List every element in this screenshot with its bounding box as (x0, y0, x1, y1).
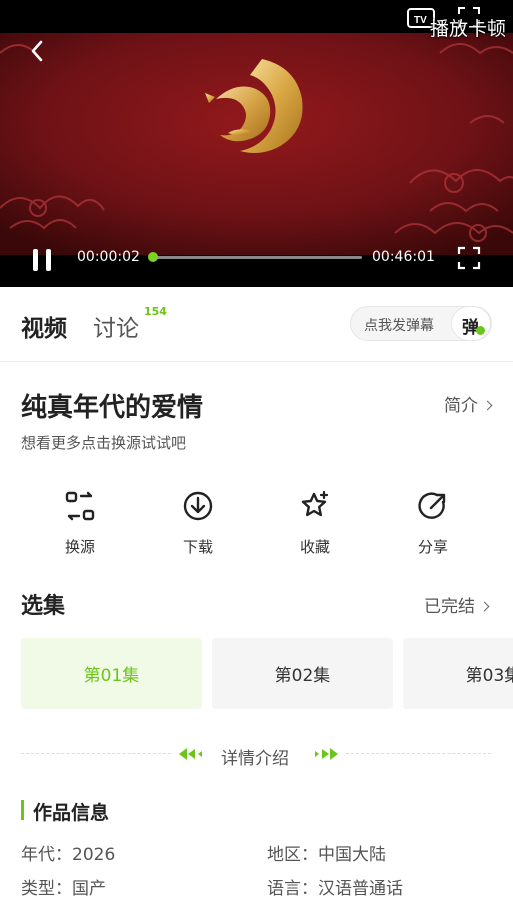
language-value: 汉语普通话 (318, 879, 403, 899)
year-row: 年代：2026 (21, 840, 115, 865)
danmu-icon: 弹 (462, 318, 479, 338)
region-row: 地区：中国大陆 (267, 840, 386, 865)
fullscreen-icon (457, 246, 481, 270)
seek-handle[interactable] (148, 252, 159, 262)
video-player[interactable]: TV 播放卡顿 00:00:02 00:46:01 (0, 0, 513, 287)
episode-list[interactable]: 第01集 第02集 第03集 (21, 638, 513, 710)
switch-source-button[interactable]: 换源 (40, 488, 120, 563)
discuss-count-badge: 154 (144, 305, 167, 318)
chevron-right-icon (479, 601, 490, 612)
section-accent-bar (21, 800, 24, 820)
episode-item[interactable]: 第02集 (212, 638, 393, 709)
language-label: 语言： (267, 879, 318, 899)
pause-button[interactable] (30, 247, 56, 273)
show-title: 纯真年代的爱情 (21, 393, 204, 423)
switch-source-icon (65, 491, 95, 521)
favorite-label: 收藏 (299, 538, 330, 556)
tab-bar: 视频 讨论 154 点我发弹幕 弹 (0, 287, 513, 362)
year-value: 2026 (72, 845, 116, 865)
star-icon (301, 490, 329, 517)
chevron-left-icon (31, 40, 43, 62)
work-info-heading: 作品信息 (33, 802, 110, 824)
danmu-input[interactable]: 点我发弹幕 弹 (350, 306, 492, 341)
detail-divider: 详情介绍 (21, 740, 491, 769)
download-button[interactable]: 下载 (158, 488, 238, 563)
total-time: 00:46:01 (372, 249, 435, 265)
switch-source-label: 换源 (64, 538, 95, 556)
danmu-on-indicator (476, 326, 485, 335)
back-button[interactable] (22, 36, 52, 66)
episodes-heading: 选集 (21, 594, 66, 619)
action-row: 换源 下载 收藏 分享 (0, 488, 513, 568)
favorite-button[interactable]: 收藏 (275, 488, 355, 563)
danmu-placeholder: 点我发弹幕 (364, 318, 434, 334)
player-controls: 00:00:02 00:46:01 (0, 237, 513, 287)
year-label: 年代： (21, 845, 72, 865)
download-label: 下载 (182, 538, 213, 556)
episodes-status-link[interactable]: 已完结 (424, 592, 490, 617)
language-row: 语言：汉语普通话 (267, 874, 403, 899)
type-label: 类型： (21, 879, 72, 899)
type-row: 类型：国产 (21, 874, 106, 899)
tab-discuss[interactable]: 讨论 (93, 309, 139, 343)
chevron-right-icon (482, 400, 493, 411)
download-icon (183, 491, 213, 521)
region-value: 中国大陆 (318, 845, 386, 865)
type-value: 国产 (72, 879, 106, 899)
intro-link-label: 简介 (444, 396, 478, 416)
video-frame (0, 33, 513, 255)
danmu-toggle-button[interactable]: 弹 (451, 306, 491, 341)
episodes-status: 已完结 (424, 597, 475, 617)
intro-link[interactable]: 简介 (444, 391, 493, 416)
tab-video[interactable]: 视频 (21, 309, 67, 343)
stutter-report-button[interactable]: 播放卡顿 (430, 14, 506, 41)
region-label: 地区： (267, 845, 318, 865)
pause-icon-bar (46, 249, 51, 271)
switch-source-hint: 想看更多点击换源试试吧 (21, 434, 187, 452)
arrows-left-icon (179, 748, 202, 760)
detail-section-title: 详情介绍 (221, 749, 289, 769)
share-icon (418, 492, 446, 519)
divider-line (346, 753, 491, 754)
seek-bar[interactable] (148, 252, 362, 262)
arrows-right-icon (315, 748, 338, 760)
current-time: 00:00:02 (77, 249, 140, 265)
share-button[interactable]: 分享 (393, 488, 473, 563)
episode-item[interactable]: 第03集 (403, 638, 513, 709)
pause-icon (33, 249, 38, 271)
share-label: 分享 (417, 538, 448, 556)
svg-text:TV: TV (414, 15, 427, 26)
fullscreen-button[interactable] (457, 246, 481, 270)
divider-line (21, 753, 171, 754)
episode-item[interactable]: 第01集 (21, 638, 202, 709)
